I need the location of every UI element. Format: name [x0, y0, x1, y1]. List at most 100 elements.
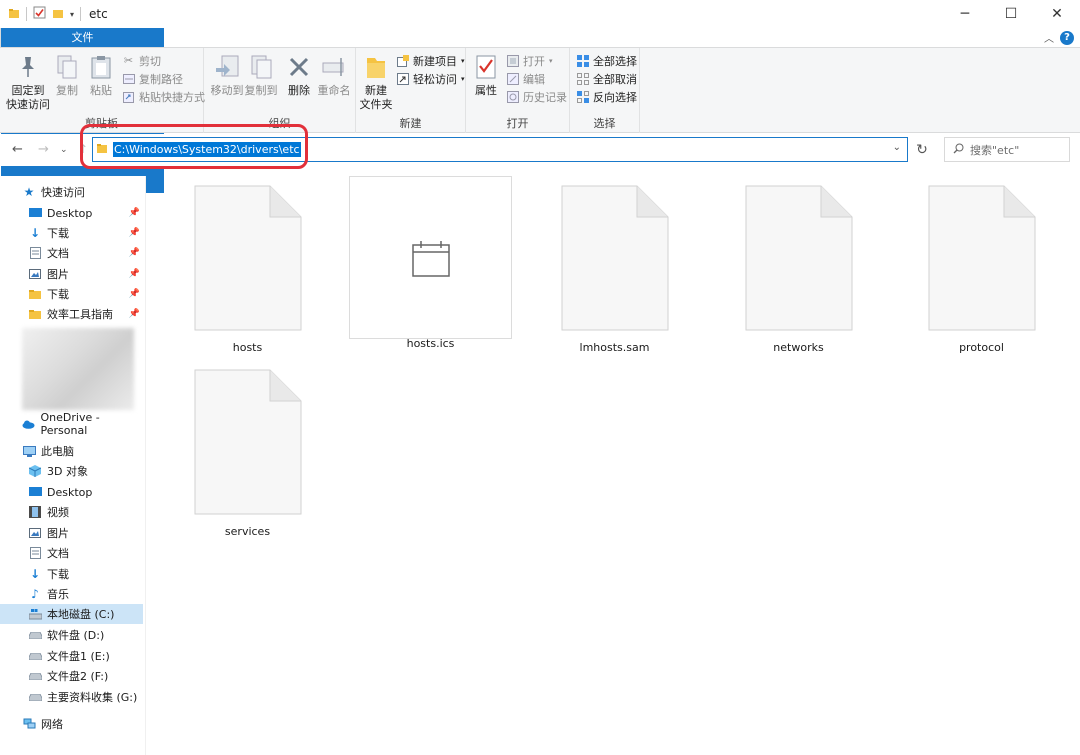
properties-icon [471, 52, 501, 82]
cut-button[interactable]: ✂ 剪切 [122, 52, 161, 69]
nav-drive-e[interactable]: 文件盘1 (E:) [0, 646, 146, 666]
blurred-region [22, 328, 134, 410]
file-item[interactable]: lmhosts.sam [533, 177, 696, 354]
recent-locations-chevron-icon[interactable]: ⌄ [60, 145, 68, 155]
nav-label: 下载 [47, 227, 69, 240]
file-item[interactable]: protocol [900, 177, 1063, 354]
nav-network[interactable]: 网络 [0, 714, 146, 734]
copy-to-button[interactable]: 复制到 [242, 52, 280, 98]
up-arrow-icon[interactable]: ↑ [78, 142, 88, 156]
nav-quick-desktop[interactable]: Desktop 📌 [0, 203, 146, 223]
properties-button[interactable]: 属性 [470, 52, 502, 98]
nav-pc-documents[interactable]: 文档 [0, 543, 146, 563]
address-folder-icon [97, 143, 107, 156]
history-button[interactable]: 历史记录 [506, 88, 567, 105]
document-icon [745, 185, 852, 331]
invert-selection-button[interactable]: 反向选择 [576, 88, 637, 105]
nav-local-disk-c[interactable]: 本地磁盘 (C:) [0, 604, 143, 624]
back-arrow-icon[interactable]: ← [12, 142, 23, 157]
paste-label: 粘贴 [90, 84, 112, 97]
minimize-button[interactable]: ─ [942, 0, 988, 28]
nav-pc-downloads[interactable]: ↓ 下载 [0, 564, 146, 584]
nav-this-pc[interactable]: 此电脑 [0, 441, 146, 461]
new-item-icon [396, 54, 409, 67]
nav-quick-efficiency-guide[interactable]: 效率工具指南 📌 [0, 304, 146, 324]
edit-button[interactable]: 编辑 [506, 70, 545, 87]
nav-pc-pictures[interactable]: 图片 [0, 523, 146, 543]
maximize-button[interactable]: ☐ [988, 0, 1034, 28]
select-none-button[interactable]: 全部取消 [576, 70, 637, 87]
paste-button[interactable]: 粘贴 [86, 52, 116, 98]
edit-icon [506, 72, 519, 85]
navigation-pane: ★ 快速访问 Desktop 📌 ↓ 下载 📌 文档 📌 图片 📌 下载 📌 效… [0, 176, 146, 755]
select-all-button[interactable]: 全部选择 [576, 52, 637, 69]
pin-icon: 📌 [128, 228, 140, 238]
folder-icon [28, 287, 42, 301]
document-icon [561, 185, 668, 331]
nav-onedrive[interactable]: OneDrive - Personal [0, 411, 146, 437]
nav-videos[interactable]: 视频 [0, 502, 146, 522]
delete-button[interactable]: 删除 [284, 52, 314, 98]
group-new: 新建 文件夹 新建项目 ▾ 轻松访问 ▾ 新建 [356, 48, 466, 133]
address-path-text[interactable]: C:\Windows\System32\drivers\etc [113, 142, 301, 157]
nav-pc-desktop[interactable]: Desktop [0, 482, 146, 502]
group-clipboard: 固定到 快速访问 复制 粘贴 ✂ 剪切 复制路径 粘贴快捷方式 剪贴板 [0, 48, 205, 133]
nav-label: 文件盘2 (F:) [47, 670, 109, 683]
copy-path-button[interactable]: 复制路径 [122, 70, 183, 87]
invert-selection-label: 反向选择 [593, 90, 637, 104]
star-icon: ★ [23, 185, 35, 199]
paste-shortcut-button[interactable]: 粘贴快捷方式 [122, 88, 205, 105]
film-icon [28, 505, 42, 519]
forward-arrow-icon[interactable]: → [38, 142, 49, 157]
properties-check-icon[interactable] [33, 6, 46, 22]
easy-access-icon [396, 72, 409, 85]
select-none-label: 全部取消 [593, 72, 637, 86]
file-name: services [224, 525, 271, 538]
file-item[interactable]: hosts.ics [349, 176, 512, 350]
file-item[interactable]: services [166, 361, 329, 538]
nav-3d-objects[interactable]: 3D 对象 [0, 461, 146, 481]
pin-label: 固定到 快速访问 [6, 84, 50, 111]
nav-quick-pictures[interactable]: 图片 📌 [0, 264, 146, 284]
nav-quick-documents[interactable]: 文档 📌 [0, 243, 146, 263]
folder-icon [8, 7, 20, 22]
refresh-icon[interactable]: ↻ [910, 137, 934, 162]
pin-icon: 📌 [128, 248, 140, 258]
easy-access-button[interactable]: 轻松访问 ▾ [396, 70, 465, 87]
file-name: hosts [232, 341, 263, 354]
calendar-icon [412, 241, 450, 277]
nav-quick-downloads-folder[interactable]: 下载 📌 [0, 284, 146, 304]
group-label-select: 选择 [593, 117, 616, 130]
new-item-button[interactable]: 新建项目 ▾ [396, 52, 465, 69]
search-box[interactable]: 搜索"etc" [944, 137, 1070, 162]
address-dropdown-chevron-icon[interactable]: ⌄ [893, 142, 901, 153]
copy-button[interactable]: 复制 [52, 52, 82, 98]
document-icon [194, 369, 301, 515]
expand-ribbon-icon[interactable]: ︿ [1044, 30, 1054, 45]
easy-access-dropdown-icon: ▾ [461, 74, 465, 83]
nav-music[interactable]: ♪ 音乐 [0, 584, 146, 604]
address-bar[interactable]: C:\Windows\System32\drivers\etc ⌄ [92, 137, 908, 162]
qat-dropdown-icon[interactable]: ▾ [70, 10, 74, 19]
close-button[interactable]: ✕ [1034, 0, 1080, 28]
nav-label: 快速访问 [41, 186, 85, 199]
download-arrow-icon: ↓ [29, 226, 41, 240]
help-icon[interactable]: ? [1060, 30, 1074, 45]
pin-icon: 📌 [128, 309, 140, 319]
nav-quick-downloads[interactable]: ↓ 下载 📌 [0, 223, 146, 243]
file-item[interactable]: hosts [166, 177, 329, 354]
cube-3d-icon [28, 464, 42, 478]
nav-drive-f[interactable]: 文件盘2 (F:) [0, 666, 146, 686]
move-to-icon [212, 52, 242, 82]
new-folder-qat-icon[interactable] [52, 7, 64, 22]
open-button[interactable]: 打开 ▾ [506, 52, 553, 69]
rename-button[interactable]: 重命名 [316, 52, 352, 98]
group-select: 全部选择 全部取消 反向选择 选择 [570, 48, 640, 133]
nav-drive-g[interactable]: 主要资料收集 (G:) [0, 687, 146, 707]
pin-quick-access-button[interactable]: 固定到 快速访问 [6, 52, 50, 112]
nav-quick-access[interactable]: ★ 快速访问 [0, 182, 146, 202]
new-folder-button[interactable]: 新建 文件夹 [358, 52, 394, 112]
nav-drive-d[interactable]: 软件盘 (D:) [0, 625, 146, 645]
move-to-button[interactable]: 移动到 [208, 52, 246, 98]
file-item[interactable]: networks [717, 177, 880, 354]
